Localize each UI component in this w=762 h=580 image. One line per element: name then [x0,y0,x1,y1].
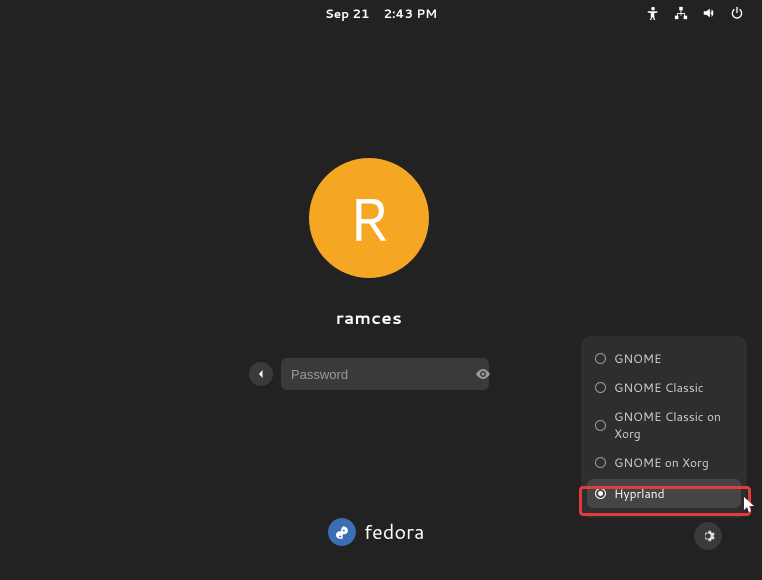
session-item-hyprland[interactable]: Hyprland [587,479,741,508]
show-password-icon[interactable] [475,366,491,382]
avatar[interactable]: R [309,158,429,278]
session-label: GNOME [614,350,661,367]
radio-icon [595,420,606,431]
session-label: GNOME Classic on Xorg [614,408,733,442]
radio-icon [595,353,606,364]
network-icon[interactable] [674,6,688,20]
avatar-initial: R [348,176,390,261]
username-label: ramces [336,306,402,330]
volume-icon[interactable] [702,6,716,20]
status-icons [646,6,744,20]
back-button[interactable] [249,362,273,386]
time-label: 2:43 PM [384,5,438,22]
date-label: Sep 21 [325,5,370,22]
password-row [249,358,489,390]
password-field-wrapper [281,358,489,390]
session-menu: GNOME GNOME Classic GNOME Classic on Xor… [581,336,747,518]
fedora-logo-icon [328,518,356,546]
session-item-gnome-classic-xorg[interactable]: GNOME Classic on Xorg [581,402,747,448]
radio-icon [595,457,606,468]
session-label: GNOME Classic [614,379,704,396]
session-item-gnome[interactable]: GNOME [581,344,747,373]
top-bar: Sep 21 2:43 PM [0,0,762,26]
login-panel: R ramces [249,158,489,390]
radio-icon [595,382,606,393]
session-label: GNOME on Xorg [614,454,709,471]
brand-name: fedora [364,518,424,546]
session-item-gnome-classic[interactable]: GNOME Classic [581,373,747,402]
password-input[interactable] [291,367,467,382]
power-icon[interactable] [730,6,744,20]
clock-area[interactable]: Sep 21 2:43 PM [325,5,437,22]
session-label: Hyprland [614,485,665,502]
session-item-gnome-xorg[interactable]: GNOME on Xorg [581,448,747,477]
session-settings-button[interactable] [694,522,722,550]
radio-icon [595,488,606,499]
accessibility-icon[interactable] [646,6,660,20]
distro-brand: fedora [328,518,424,546]
